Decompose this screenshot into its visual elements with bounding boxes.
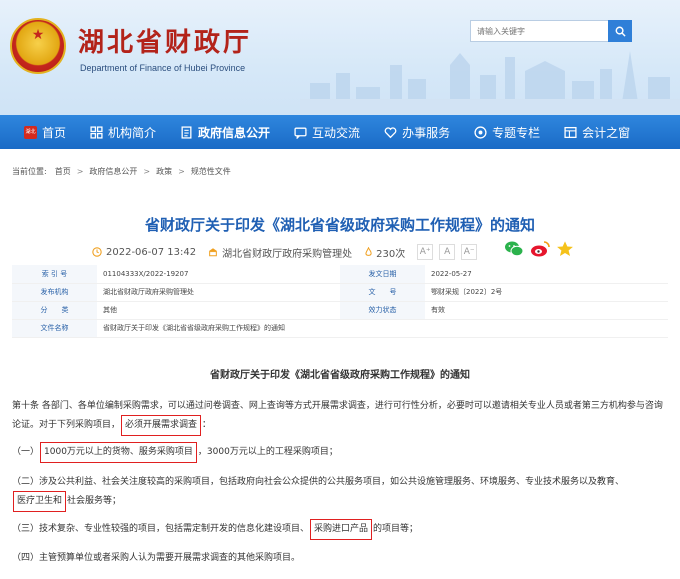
paragraph-item-4: （四）主管预算单位或者采购人认为需要开展需求调查的其他采购项目。 xyxy=(12,553,301,563)
paragraph-text: ： xyxy=(202,420,212,430)
nav-label: 会计之窗 xyxy=(582,125,631,140)
font-decrease-button[interactable]: A⁻ xyxy=(461,244,478,260)
nav-label: 专题专栏 xyxy=(492,125,541,140)
window-icon xyxy=(564,126,577,138)
info-key: 索 引 号 xyxy=(12,265,97,284)
nav-item-topics[interactable]: 专题专栏 xyxy=(474,124,540,141)
paragraph-item-2: （二）涉及公共利益、社会关注度较高的采购项目，包括政府向社会公众提供的公共服务项… xyxy=(12,474,668,512)
info-value: 2022-05-27 xyxy=(425,265,668,284)
grid-icon xyxy=(90,125,103,139)
breadcrumb-policy[interactable]: 政策 xyxy=(156,166,172,177)
info-value: 其他 xyxy=(97,301,340,320)
nav-label: 互动交流 xyxy=(312,125,361,140)
info-key: 文件名称 xyxy=(12,319,97,338)
site-header: ★ 湖北省财政厅 Department of Finance of Hubei … xyxy=(0,0,680,115)
search-button[interactable] xyxy=(608,20,632,42)
breadcrumb-gov-info[interactable]: 政府信息公开 xyxy=(89,166,137,177)
paragraph-item-1: （一） 1000万元以上的货物、服务采购项目 ，3000万元以上的工程采购项目； xyxy=(12,442,668,463)
nav-item-interaction[interactable]: 互动交流 xyxy=(294,124,360,141)
highlight-box: 医疗卫生和 xyxy=(13,491,67,512)
highlight-box: 采购进口产品 xyxy=(310,519,373,540)
main-navigation: 湖北 首页 机构简介 政府信息公开 互动交流 办事服务 专题专栏 会计之窗 xyxy=(0,115,680,149)
font-increase-button[interactable]: A⁺ xyxy=(417,244,434,260)
wechat-share-icon[interactable] xyxy=(504,240,524,258)
info-value: 湖北省财政厅政府采购管理处 xyxy=(97,283,340,302)
source-text: 湖北省财政厅政府采购管理处 xyxy=(222,248,353,260)
nav-item-accounting[interactable]: 会计之窗 xyxy=(564,124,630,141)
highlight-box: 必须开展需求调查 xyxy=(121,415,202,436)
target-icon xyxy=(474,125,487,139)
breadcrumb-home[interactable]: 首页 xyxy=(55,166,71,177)
heart-icon xyxy=(384,126,397,138)
breadcrumb-normative-docs[interactable]: 规范性文件 xyxy=(191,166,231,177)
info-key: 文 号 xyxy=(340,283,425,302)
info-value: 01104333X/2022-19207 xyxy=(97,265,340,284)
info-key: 发布机构 xyxy=(12,283,97,302)
info-key: 分 类 xyxy=(12,301,97,320)
info-value: 鄂财采规〔2022〕2号 xyxy=(425,283,668,302)
nav-label: 首页 xyxy=(42,125,67,140)
document-heading: 省财政厅关于印发《湖北省省级政府采购工作规程》的通知 xyxy=(210,370,470,381)
share-buttons xyxy=(504,240,574,258)
highlight-box: 1000万元以上的货物、服务采购项目 xyxy=(40,442,197,463)
info-value: 有效 xyxy=(425,301,668,320)
font-default-button[interactable]: A xyxy=(439,244,456,260)
clock-icon xyxy=(92,247,102,257)
article-source: 湖北省财政厅政府采购管理处 xyxy=(208,245,352,260)
info-key: 效力状态 xyxy=(340,301,425,320)
nav-item-about[interactable]: 机构简介 xyxy=(90,124,156,141)
table-row: 文件名称 省财政厅关于印发《湖北省省级政府采购工作规程》的通知 xyxy=(12,319,668,338)
building-icon xyxy=(208,248,218,257)
paragraph-text: ，3000万元以上的工程采购项目； xyxy=(197,447,338,457)
search-icon xyxy=(615,26,626,37)
search-box xyxy=(470,20,632,42)
info-key: 发文日期 xyxy=(340,265,425,284)
site-title[interactable]: 湖北省财政厅 xyxy=(78,22,252,59)
nav-item-home[interactable]: 湖北 首页 xyxy=(24,124,66,141)
paragraph-text: （三）技术复杂、专业性较强的项目，包括需定制开发的信息化建设项目、 xyxy=(12,524,310,534)
chat-icon xyxy=(294,127,307,139)
search-input[interactable] xyxy=(470,20,608,42)
breadcrumb-separator: > xyxy=(178,167,185,176)
article-title: 省财政厅关于印发《湖北省省级政府采购工作规程》的通知 xyxy=(144,216,535,234)
document-info-table: 索 引 号 01104333X/2022-19207 发文日期 2022-05-… xyxy=(12,265,668,338)
paragraph-article-10: 第十条 各部门、各单位编制采购需求，可以通过问卷调查、网上查询等方式开展需求调查… xyxy=(12,398,668,436)
publish-date: 2022-06-07 13:42 xyxy=(92,247,196,258)
breadcrumb: 当前位置: 首页 > 政府信息公开 > 政策 > 规范性文件 xyxy=(12,166,231,177)
nav-label: 政府信息公开 xyxy=(198,125,271,140)
flame-icon xyxy=(365,247,372,256)
paragraph-text: 第十条 各部门、各单位编制采购需求，可以通过问卷调查、网上查询等方式开展需求调查… xyxy=(12,401,618,411)
table-row: 分 类 其他 效力状态 有效 xyxy=(12,301,668,320)
weibo-share-icon[interactable] xyxy=(530,240,550,258)
site-subtitle: Department of Finance of Hubei Province xyxy=(80,63,246,73)
table-row: 发布机构 湖北省财政厅政府采购管理处 文 号 鄂财采规〔2022〕2号 xyxy=(12,283,668,302)
nav-item-services[interactable]: 办事服务 xyxy=(384,124,450,141)
national-emblem-logo[interactable]: ★ xyxy=(10,18,66,74)
breadcrumb-separator: > xyxy=(76,167,84,176)
nav-item-gov-info[interactable]: 政府信息公开 xyxy=(180,124,270,141)
info-value: 省财政厅关于印发《湖北省省级政府采购工作规程》的通知 xyxy=(97,319,668,338)
document-icon xyxy=(181,125,192,139)
views-text: 230次 xyxy=(376,248,406,260)
home-icon: 湖北 xyxy=(24,125,37,139)
paragraph-text: 的项目等； xyxy=(373,524,419,534)
nav-label: 机构简介 xyxy=(108,125,157,140)
article-meta: 2022-06-07 13:42 湖北省财政厅政府采购管理处 230次 A⁺ A… xyxy=(92,244,483,260)
view-count: 230次 xyxy=(364,245,405,260)
paragraph-item-3: （三）技术复杂、专业性较强的项目，包括需定制开发的信息化建设项目、 采购进口产品的… xyxy=(12,519,668,540)
paragraph-text: （一） xyxy=(12,447,40,457)
paragraph-text: 社会服务等； xyxy=(67,496,122,506)
table-row: 索 引 号 01104333X/2022-19207 发文日期 2022-05-… xyxy=(12,265,668,284)
city-skyline-illustration xyxy=(300,51,680,115)
nav-label: 办事服务 xyxy=(402,125,451,140)
date-text: 2022-06-07 13:42 xyxy=(106,246,197,258)
breadcrumb-separator: > xyxy=(143,167,151,176)
breadcrumb-label: 当前位置: xyxy=(12,167,47,176)
paragraph-text: （二）涉及公共利益、社会关注度较高的采购项目，包括政府向社会公众提供的公共服务项… xyxy=(12,477,625,487)
favorite-star-icon[interactable] xyxy=(556,240,574,258)
